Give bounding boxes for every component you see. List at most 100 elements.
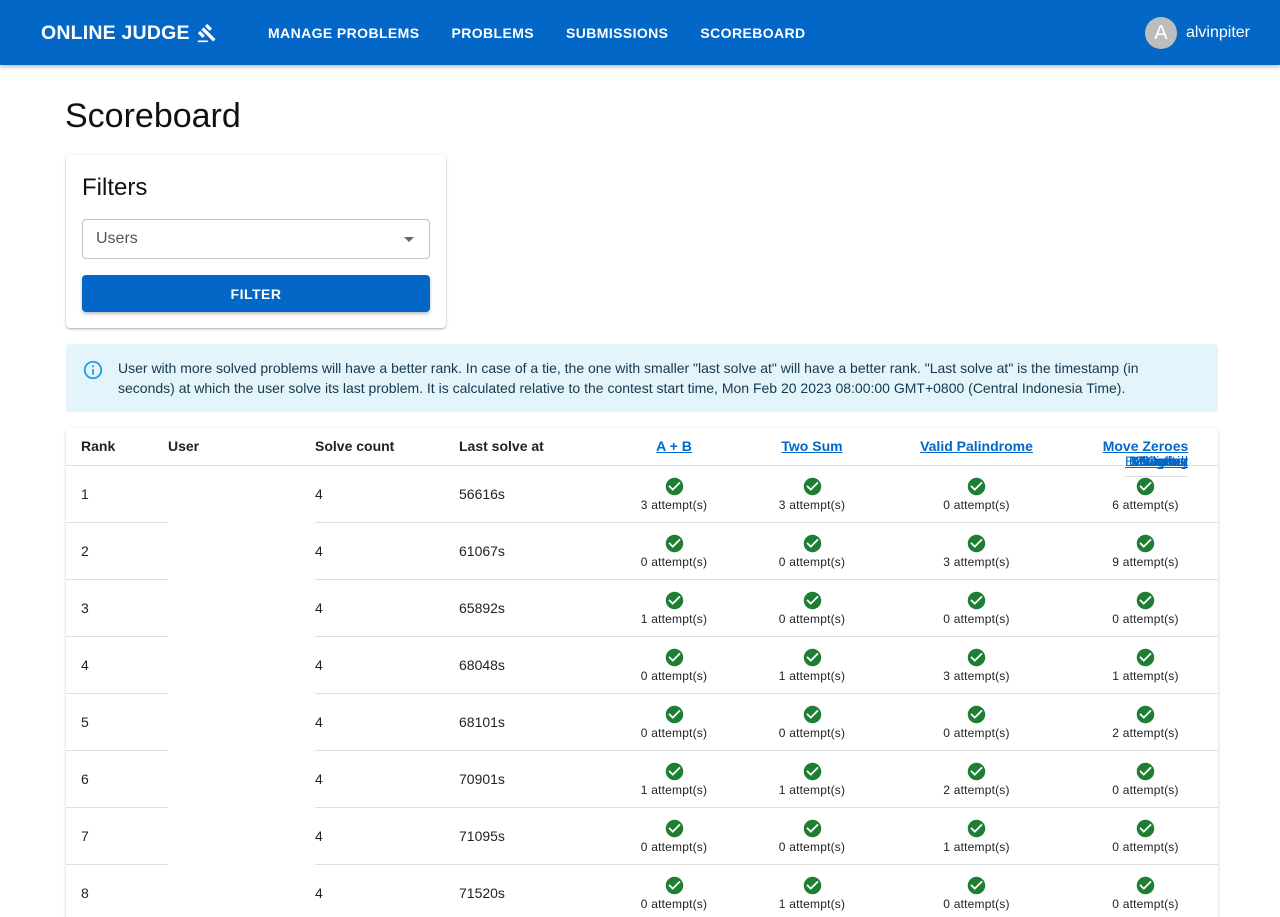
- table-row: 7 Golem 4 71095s 0 attempt(s) 0 attempt(s) 1 a…: [66, 453, 1218, 865]
- user-cell: Poliwhirl: [1135, 445, 1188, 477]
- rank-cell: 2: [66, 522, 168, 580]
- table-row: 6 Dewgong 4 70901s 1 attempt(s) 1 attempt(s) 2…: [66, 453, 1218, 808]
- users-select[interactable]: Users: [82, 219, 430, 259]
- header-user: User: [168, 428, 315, 466]
- attempt-count: 0 attempt(s): [1112, 896, 1179, 911]
- attempt-count: 0 attempt(s): [778, 725, 846, 740]
- problem-result-cell: 0 attempt(s): [744, 579, 880, 637]
- user-link[interactable]: Poliwhirl: [1136, 453, 1188, 469]
- problem-result-cell: 0 attempt(s): [880, 579, 1073, 637]
- check-circle-icon: [665, 648, 683, 666]
- user-menu[interactable]: A alvinpiter: [1144, 17, 1250, 49]
- check-circle-icon: [665, 477, 683, 495]
- problem-result-cell: 0 attempt(s): [880, 864, 1073, 917]
- attempt-count: 3 attempt(s): [778, 497, 846, 512]
- brand-link[interactable]: ONLINE JUDGE: [41, 20, 217, 46]
- attempt-count: 0 attempt(s): [640, 554, 708, 569]
- attempt-count: 2 attempt(s): [1112, 725, 1179, 740]
- check-circle-icon: [803, 648, 821, 666]
- rank-cell: 8: [66, 864, 168, 917]
- solve-count-cell: 4: [315, 693, 459, 751]
- table-row: 3 Chansey 4 65892s 1 attempt(s) 0 attempt(s) 0…: [66, 453, 1218, 637]
- scoreboard-table: Rank User Solve count Last solve at A + …: [66, 428, 1218, 917]
- check-circle-icon: [665, 591, 683, 609]
- nav-submissions[interactable]: SUBMISSIONS: [550, 17, 684, 49]
- problem-result-cell: 1 attempt(s): [604, 750, 744, 808]
- solve-count-cell: 4: [315, 522, 459, 580]
- last-solve-cell: 71520s: [459, 864, 604, 917]
- problem-result-cell: 0 attempt(s): [744, 807, 880, 865]
- table-row: 5 Marowak 4 68101s 0 attempt(s) 0 attempt(s) 0…: [66, 453, 1218, 751]
- rank-cell: 3: [66, 579, 168, 637]
- check-circle-icon: [1136, 819, 1155, 837]
- check-circle-icon: [967, 762, 986, 780]
- filter-button[interactable]: FILTER: [82, 275, 430, 312]
- check-circle-icon: [967, 876, 986, 894]
- problem-result-cell: 0 attempt(s): [1073, 807, 1218, 865]
- users-select-placeholder: Users: [96, 230, 138, 247]
- attempt-count: 0 attempt(s): [1112, 782, 1179, 797]
- attempt-count: 1 attempt(s): [778, 782, 846, 797]
- attempt-count: 1 attempt(s): [778, 668, 846, 683]
- check-circle-icon: [803, 876, 821, 894]
- problem-link[interactable]: Two Sum: [781, 438, 842, 454]
- nav-manage-problems[interactable]: MANAGE PROBLEMS: [252, 17, 435, 49]
- check-circle-icon: [967, 534, 986, 552]
- rank-cell: 6: [66, 750, 168, 808]
- attempt-count: 1 attempt(s): [640, 611, 708, 626]
- solve-count-cell: 4: [315, 579, 459, 637]
- header-problem-cell: A + B: [604, 428, 744, 466]
- nav-problems[interactable]: PROBLEMS: [435, 17, 550, 49]
- problem-link[interactable]: A + B: [656, 438, 692, 454]
- app-bar: ONLINE JUDGE MANAGE PROBLEMS PROBLEMS SU…: [0, 0, 1280, 65]
- attempt-count: 0 attempt(s): [640, 896, 708, 911]
- check-circle-icon: [803, 705, 821, 723]
- problem-result-cell: 0 attempt(s): [744, 693, 880, 751]
- attempt-count: 0 attempt(s): [943, 725, 1010, 740]
- last-solve-cell: 71095s: [459, 807, 604, 865]
- problem-result-cell: 0 attempt(s): [880, 465, 1073, 523]
- rank-cell: 7: [66, 807, 168, 865]
- check-circle-icon: [967, 648, 986, 666]
- attempt-count: 0 attempt(s): [1112, 839, 1179, 854]
- nav-scoreboard[interactable]: SCOREBOARD: [684, 17, 821, 49]
- problem-result-cell: 0 attempt(s): [1073, 579, 1218, 637]
- attempt-count: 3 attempt(s): [943, 668, 1010, 683]
- problem-result-cell: 0 attempt(s): [604, 636, 744, 694]
- page-title: Scoreboard: [65, 97, 241, 135]
- last-solve-cell: 68101s: [459, 693, 604, 751]
- check-circle-icon: [967, 477, 986, 495]
- problem-result-cell: 0 attempt(s): [744, 522, 880, 580]
- attempt-count: 0 attempt(s): [943, 497, 1010, 512]
- attempt-count: 0 attempt(s): [778, 611, 846, 626]
- problem-result-cell: 0 attempt(s): [1073, 750, 1218, 808]
- gavel-icon: [197, 23, 216, 43]
- problem-result-cell: 3 attempt(s): [604, 465, 744, 523]
- caret-down-icon: [404, 237, 414, 242]
- check-circle-icon: [967, 591, 986, 609]
- table-row: 8 Poliwhirl 4 71520s 0 attempt(s) 1 attempt(s…: [66, 453, 1218, 917]
- avatar[interactable]: A: [1144, 17, 1177, 49]
- problem-link[interactable]: Valid Palindrome: [920, 438, 1033, 454]
- attempt-count: 1 attempt(s): [640, 782, 708, 797]
- attempt-count: 1 attempt(s): [943, 839, 1010, 854]
- attempt-count: 6 attempt(s): [1112, 497, 1179, 512]
- last-solve-cell: 61067s: [459, 522, 604, 580]
- problem-result-cell: 0 attempt(s): [604, 807, 744, 865]
- username[interactable]: alvinpiter: [1186, 24, 1250, 42]
- attempt-count: 0 attempt(s): [1112, 611, 1179, 626]
- problem-result-cell: 1 attempt(s): [744, 864, 880, 917]
- problem-result-cell: 3 attempt(s): [744, 465, 880, 523]
- main-nav: MANAGE PROBLEMS PROBLEMS SUBMISSIONS SCO…: [252, 0, 822, 65]
- problem-result-cell: 1 attempt(s): [1073, 636, 1218, 694]
- check-circle-icon: [803, 819, 821, 837]
- table-row: 2 Bulbasaur 4 61067s 0 attempt(s) 0 attempt(s…: [66, 453, 1218, 580]
- attempt-count: 9 attempt(s): [1112, 554, 1179, 569]
- check-circle-icon: [1136, 648, 1155, 666]
- check-circle-icon: [665, 876, 683, 894]
- solve-count-cell: 4: [315, 807, 459, 865]
- header-last-solve: Last solve at: [459, 428, 604, 466]
- check-circle-icon: [1136, 705, 1155, 723]
- check-circle-icon: [803, 477, 821, 495]
- header-problem-cell: Two Sum: [744, 428, 880, 466]
